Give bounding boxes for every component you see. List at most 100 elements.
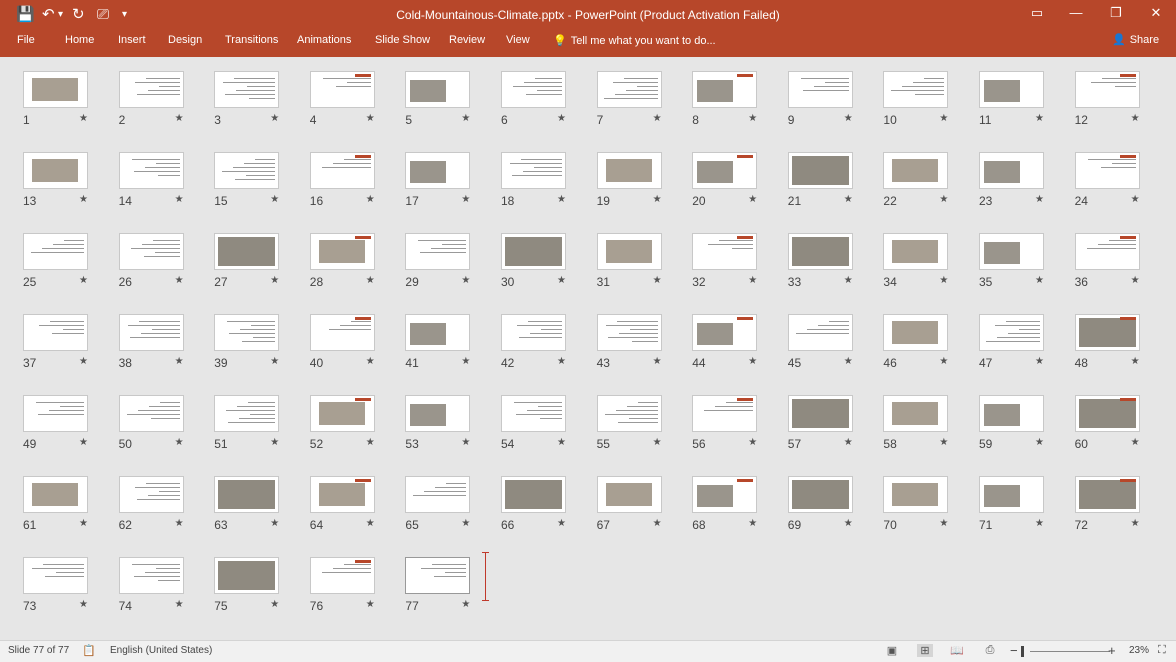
slide-thumbnail[interactable]: 29 ★ <box>403 219 499 297</box>
tab-slide-show[interactable]: Slide Show <box>375 34 430 46</box>
slide-thumbnail[interactable]: 60 ★ <box>1073 381 1169 459</box>
slide-thumbnail[interactable]: 12 ★ <box>1073 57 1169 135</box>
slide-thumbnail[interactable]: 10 ★ <box>881 57 977 135</box>
tab-home[interactable]: Home <box>65 34 94 46</box>
tab-view[interactable]: View <box>506 34 530 46</box>
slide-thumbnail[interactable]: 13 ★ <box>21 138 117 216</box>
slide-thumbnail[interactable]: 73 ★ <box>21 543 117 621</box>
slide-thumbnail[interactable]: 64 ★ <box>308 462 404 540</box>
slide-thumbnail[interactable]: 17 ★ <box>403 138 499 216</box>
slide-thumbnail[interactable]: 30 ★ <box>499 219 595 297</box>
slide-thumbnail[interactable]: 44 ★ <box>690 300 786 378</box>
slide-thumbnail[interactable]: 3 ★ <box>212 57 308 135</box>
tab-transitions[interactable]: Transitions <box>225 34 278 46</box>
fit-slide-icon[interactable]: ⛶ <box>1158 644 1166 657</box>
slide-thumbnail[interactable]: 40 ★ <box>308 300 404 378</box>
slide-thumbnail[interactable]: 11 ★ <box>977 57 1073 135</box>
slide-thumbnail[interactable]: 31 ★ <box>595 219 691 297</box>
slide-thumbnail[interactable]: 9 ★ <box>786 57 882 135</box>
slide-sorter-view-icon[interactable]: ⊞ <box>917 644 933 657</box>
slide-show-view-icon[interactable]: ⎙ <box>982 644 998 657</box>
slide-thumbnail[interactable]: 68 ★ <box>690 462 786 540</box>
slide-thumbnail[interactable]: 41 ★ <box>403 300 499 378</box>
slide-thumbnail[interactable]: 74 ★ <box>117 543 213 621</box>
slide-thumbnail[interactable]: 75 ★ <box>212 543 308 621</box>
slide-thumbnail[interactable]: 70 ★ <box>881 462 977 540</box>
slide-thumbnail[interactable]: 20 ★ <box>690 138 786 216</box>
slide-thumbnail[interactable]: 58 ★ <box>881 381 977 459</box>
slide-thumbnail[interactable]: 34 ★ <box>881 219 977 297</box>
slide-thumbnail[interactable]: 61 ★ <box>21 462 117 540</box>
slide-thumbnail[interactable]: 76 ★ <box>308 543 404 621</box>
slide-thumbnail[interactable]: 18 ★ <box>499 138 595 216</box>
slide-thumbnail[interactable]: 24 ★ <box>1073 138 1169 216</box>
slide-thumbnail[interactable]: 72 ★ <box>1073 462 1169 540</box>
normal-view-icon[interactable]: ▣ <box>884 644 900 657</box>
slide-thumbnail[interactable]: 5 ★ <box>403 57 499 135</box>
ribbon-display-options-icon[interactable]: ▭ <box>1027 5 1047 21</box>
tab-design[interactable]: Design <box>168 34 202 46</box>
slide-thumbnail[interactable]: 46 ★ <box>881 300 977 378</box>
slide-thumbnail[interactable]: 37 ★ <box>21 300 117 378</box>
slide-thumbnail[interactable]: 16 ★ <box>308 138 404 216</box>
slide-thumbnail[interactable]: 27 ★ <box>212 219 308 297</box>
slide-thumbnail[interactable]: 15 ★ <box>212 138 308 216</box>
close-icon[interactable]: ✕ <box>1146 5 1166 21</box>
slide-thumbnail[interactable]: 21 ★ <box>786 138 882 216</box>
tab-review[interactable]: Review <box>449 34 485 46</box>
slide-thumbnail[interactable]: 43 ★ <box>595 300 691 378</box>
slide-thumbnail[interactable]: 26 ★ <box>117 219 213 297</box>
zoom-in-button[interactable]: + <box>1108 643 1116 658</box>
tab-insert[interactable]: Insert <box>118 34 146 46</box>
restore-icon[interactable]: ❐ <box>1106 5 1126 21</box>
zoom-slider-thumb[interactable] <box>1021 646 1024 657</box>
slide-thumbnail[interactable]: 6 ★ <box>499 57 595 135</box>
slide-thumbnail[interactable]: 4 ★ <box>308 57 404 135</box>
slide-thumbnail[interactable]: 56 ★ <box>690 381 786 459</box>
slide-thumbnail[interactable]: 53 ★ <box>403 381 499 459</box>
tell-me-search[interactable]: 💡 Tell me what you want to do... <box>553 34 716 48</box>
slide-thumbnail[interactable]: 39 ★ <box>212 300 308 378</box>
reading-view-icon[interactable]: 📖 <box>949 644 965 657</box>
slide-thumbnail[interactable]: 57 ★ <box>786 381 882 459</box>
spell-check-icon[interactable]: 📋 <box>82 644 96 657</box>
slide-thumbnail[interactable]: 35 ★ <box>977 219 1073 297</box>
slide-thumbnail[interactable]: 36 ★ <box>1073 219 1169 297</box>
slide-thumbnail[interactable]: 65 ★ <box>403 462 499 540</box>
slide-thumbnail[interactable]: 33 ★ <box>786 219 882 297</box>
slide-thumbnail[interactable]: 22 ★ <box>881 138 977 216</box>
slide-thumbnail[interactable]: 7 ★ <box>595 57 691 135</box>
slide-thumbnail[interactable]: 50 ★ <box>117 381 213 459</box>
slide-thumbnail[interactable]: 8 ★ <box>690 57 786 135</box>
slide-thumbnail[interactable]: 19 ★ <box>595 138 691 216</box>
slide-thumbnail[interactable]: 23 ★ <box>977 138 1073 216</box>
zoom-level[interactable]: 23% <box>1129 645 1149 656</box>
slide-thumbnail[interactable]: 71 ★ <box>977 462 1073 540</box>
zoom-out-button[interactable]: − <box>1010 643 1018 658</box>
slide-thumbnail[interactable]: 59 ★ <box>977 381 1073 459</box>
minimize-icon[interactable]: — <box>1066 5 1086 20</box>
slide-thumbnail[interactable]: 66 ★ <box>499 462 595 540</box>
slide-thumbnail[interactable]: 52 ★ <box>308 381 404 459</box>
tab-animations[interactable]: Animations <box>297 34 351 46</box>
slide-thumbnail[interactable]: 1 ★ <box>21 57 117 135</box>
slide-thumbnail[interactable]: 14 ★ <box>117 138 213 216</box>
slide-thumbnail[interactable]: 25 ★ <box>21 219 117 297</box>
slide-thumbnail[interactable]: 45 ★ <box>786 300 882 378</box>
slide-thumbnail[interactable]: 63 ★ <box>212 462 308 540</box>
slide-thumbnail[interactable]: 69 ★ <box>786 462 882 540</box>
slide-thumbnail[interactable]: 67 ★ <box>595 462 691 540</box>
slide-thumbnail[interactable]: 54 ★ <box>499 381 595 459</box>
tab-file[interactable]: File <box>17 34 35 46</box>
slide-thumbnail[interactable]: 2 ★ <box>117 57 213 135</box>
slide-thumbnail[interactable]: 28 ★ <box>308 219 404 297</box>
slide-thumbnail[interactable]: 42 ★ <box>499 300 595 378</box>
slide-thumbnail[interactable]: 47 ★ <box>977 300 1073 378</box>
language-indicator[interactable]: English (United States) <box>110 645 212 656</box>
slide-thumbnail[interactable]: 48 ★ <box>1073 300 1169 378</box>
zoom-slider[interactable] <box>1030 651 1110 652</box>
share-button[interactable]: 👤 Share <box>1112 33 1159 47</box>
slide-thumbnail[interactable]: 38 ★ <box>117 300 213 378</box>
slide-thumbnail[interactable]: 51 ★ <box>212 381 308 459</box>
slide-thumbnail[interactable]: 49 ★ <box>21 381 117 459</box>
